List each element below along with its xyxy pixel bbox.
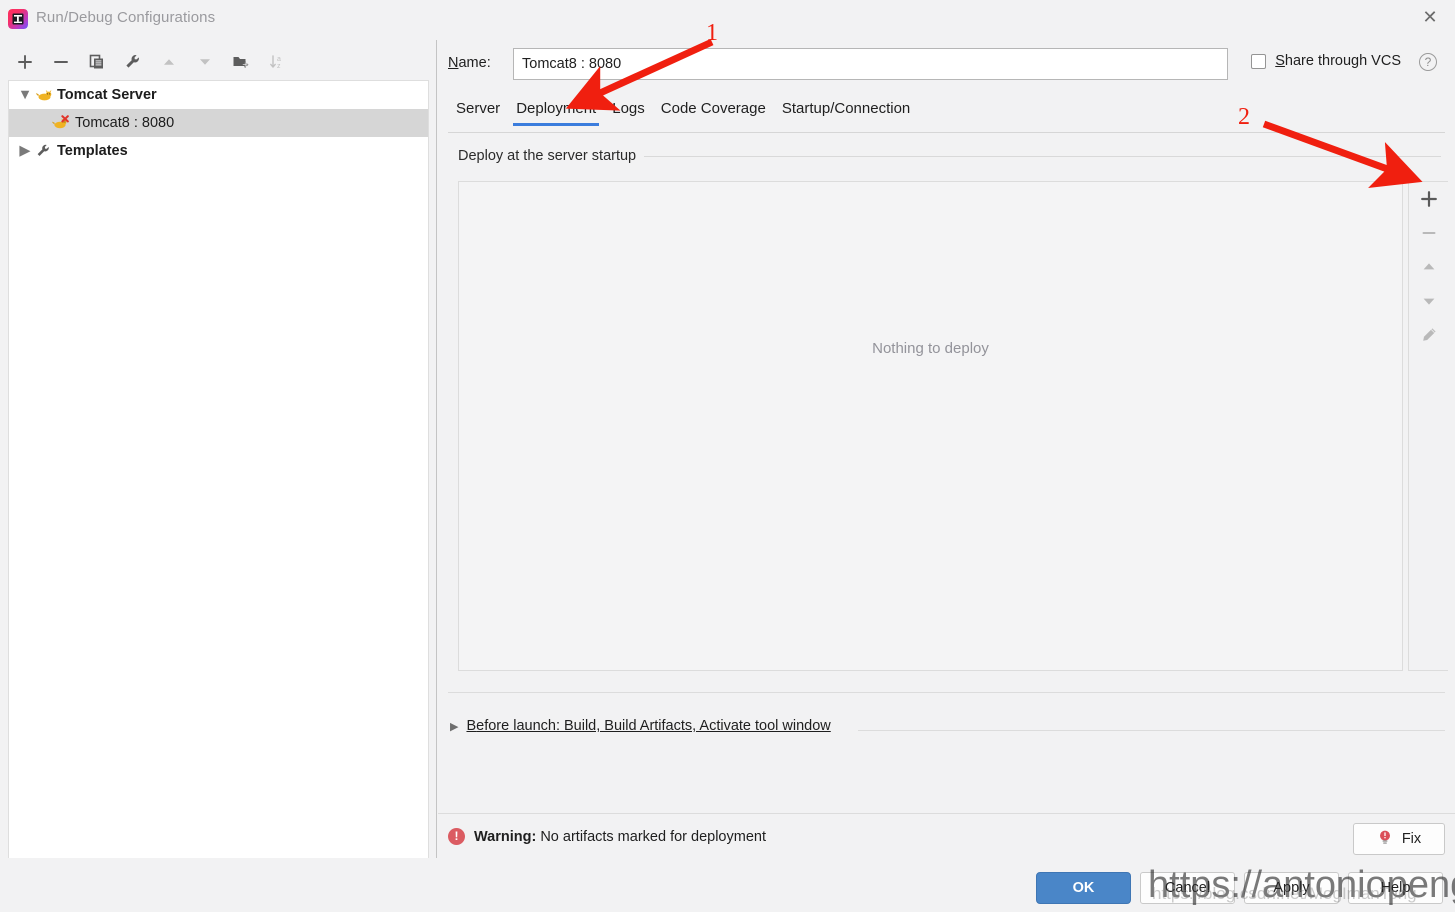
- warning-prefix: Warning:: [474, 829, 536, 845]
- configurations-panel: a z ▼ Tomcat Se: [0, 40, 437, 858]
- tree-item-label: Templates: [57, 143, 128, 159]
- name-input[interactable]: [513, 48, 1228, 80]
- share-through-vcs-label: Share through VCS: [1275, 53, 1401, 69]
- move-up-button: [156, 49, 182, 75]
- share-through-vcs-checkbox[interactable]: Share through VCS: [1251, 53, 1401, 69]
- ok-button[interactable]: OK: [1036, 872, 1131, 904]
- tab-code-coverage[interactable]: Code Coverage: [653, 96, 774, 126]
- svg-text:z: z: [277, 63, 281, 70]
- before-launch-mnemonic: B: [466, 718, 476, 734]
- chevron-right-icon[interactable]: ▶: [17, 143, 33, 159]
- chevron-down-icon[interactable]: ▼: [17, 87, 33, 103]
- chevron-right-icon[interactable]: ▶: [450, 720, 458, 733]
- remove-configuration-button[interactable]: [48, 49, 74, 75]
- content-divider: [448, 692, 1445, 693]
- help-icon[interactable]: ?: [1419, 53, 1437, 71]
- name-label-rest: ame:: [458, 55, 490, 71]
- run-debug-configurations-dialog: Run/Debug Configurations ✕: [0, 0, 1455, 912]
- edit-artifact-pencil-button: [1409, 318, 1449, 352]
- before-launch-rest: efore launch: Build, Build Artifacts, Ac…: [476, 718, 831, 734]
- warning-row: ! Warning: No artifacts marked for deplo…: [448, 828, 766, 845]
- share-label-rest: hare through VCS: [1285, 53, 1401, 69]
- before-launch-section[interactable]: ▶ Before launch: Build, Build Artifacts,…: [450, 718, 831, 734]
- move-artifact-down-button: [1409, 284, 1449, 318]
- sort-configurations-button: a z: [264, 49, 290, 75]
- tab-deployment[interactable]: Deployment: [508, 96, 604, 126]
- configuration-editor-panel: Name: Share through VCS ? Server Deploym…: [438, 40, 1455, 858]
- empty-state-message: Nothing to deploy: [459, 340, 1402, 357]
- share-label-mnemonic: S: [1275, 53, 1285, 69]
- name-label: Name:: [448, 55, 491, 71]
- tab-startup-connection[interactable]: Startup/Connection: [774, 96, 918, 126]
- tree-item-label: Tomcat Server: [57, 87, 157, 103]
- tab-server[interactable]: Server: [448, 96, 508, 126]
- fix-button-label: Fix: [1402, 831, 1421, 847]
- create-folder-button[interactable]: [228, 49, 254, 75]
- deployment-list[interactable]: Nothing to deploy: [458, 181, 1403, 671]
- name-label-mnemonic: N: [448, 55, 458, 71]
- move-artifact-up-button: [1409, 250, 1449, 284]
- window-title: Run/Debug Configurations: [36, 9, 215, 26]
- checkbox-box[interactable]: [1251, 54, 1266, 69]
- intellij-idea-logo-icon: [8, 9, 28, 29]
- add-configuration-button[interactable]: [12, 49, 38, 75]
- copy-configuration-button[interactable]: [84, 49, 110, 75]
- name-row: Name: Share through VCS ?: [448, 48, 1445, 80]
- remove-artifact-button: [1409, 216, 1449, 250]
- tab-logs[interactable]: Logs: [604, 96, 653, 126]
- deploy-section-title: Deploy at the server startup: [458, 148, 644, 164]
- fix-button[interactable]: Fix: [1353, 823, 1445, 855]
- add-artifact-button[interactable]: [1409, 182, 1449, 216]
- apply-button[interactable]: Apply: [1244, 872, 1339, 904]
- tree-item-tomcat-server[interactable]: ▼ Tomcat Server: [9, 81, 428, 109]
- dialog-footer: OK Cancel Apply Help: [0, 858, 1455, 912]
- warning-message: Warning: No artifacts marked for deploym…: [474, 829, 766, 845]
- tabs-divider: [448, 132, 1445, 133]
- before-launch-divider: [858, 730, 1445, 731]
- tree-item-label: Tomcat8 : 8080: [75, 115, 174, 131]
- lightbulb-icon: [1377, 829, 1393, 850]
- configuration-tabs: Server Deployment Logs Code Coverage Sta…: [448, 96, 918, 128]
- move-down-button: [192, 49, 218, 75]
- configurations-tree[interactable]: ▼ Tomcat Server: [8, 80, 429, 858]
- error-icon: !: [448, 828, 465, 845]
- svg-text:a: a: [277, 56, 281, 63]
- configurations-toolbar: a z: [0, 46, 437, 78]
- tree-item-templates[interactable]: ▶ Templates: [9, 137, 428, 165]
- warning-divider: [438, 813, 1455, 814]
- deployment-list-toolbar: [1408, 181, 1448, 671]
- tree-item-tomcat8-8080[interactable]: Tomcat8 : 8080: [9, 109, 428, 137]
- cancel-button[interactable]: Cancel: [1140, 872, 1235, 904]
- edit-templates-wrench-button[interactable]: [120, 49, 146, 75]
- warning-detail: No artifacts marked for deployment: [540, 829, 766, 845]
- tomcat-icon: [33, 86, 53, 104]
- tomcat-error-icon: [51, 114, 71, 132]
- before-launch-label: Before launch: Build, Build Artifacts, A…: [466, 718, 830, 734]
- help-button[interactable]: Help: [1348, 872, 1443, 904]
- close-icon[interactable]: ✕: [1415, 4, 1445, 30]
- title-bar: Run/Debug Configurations ✕: [0, 0, 1455, 40]
- wrench-icon: [33, 142, 53, 160]
